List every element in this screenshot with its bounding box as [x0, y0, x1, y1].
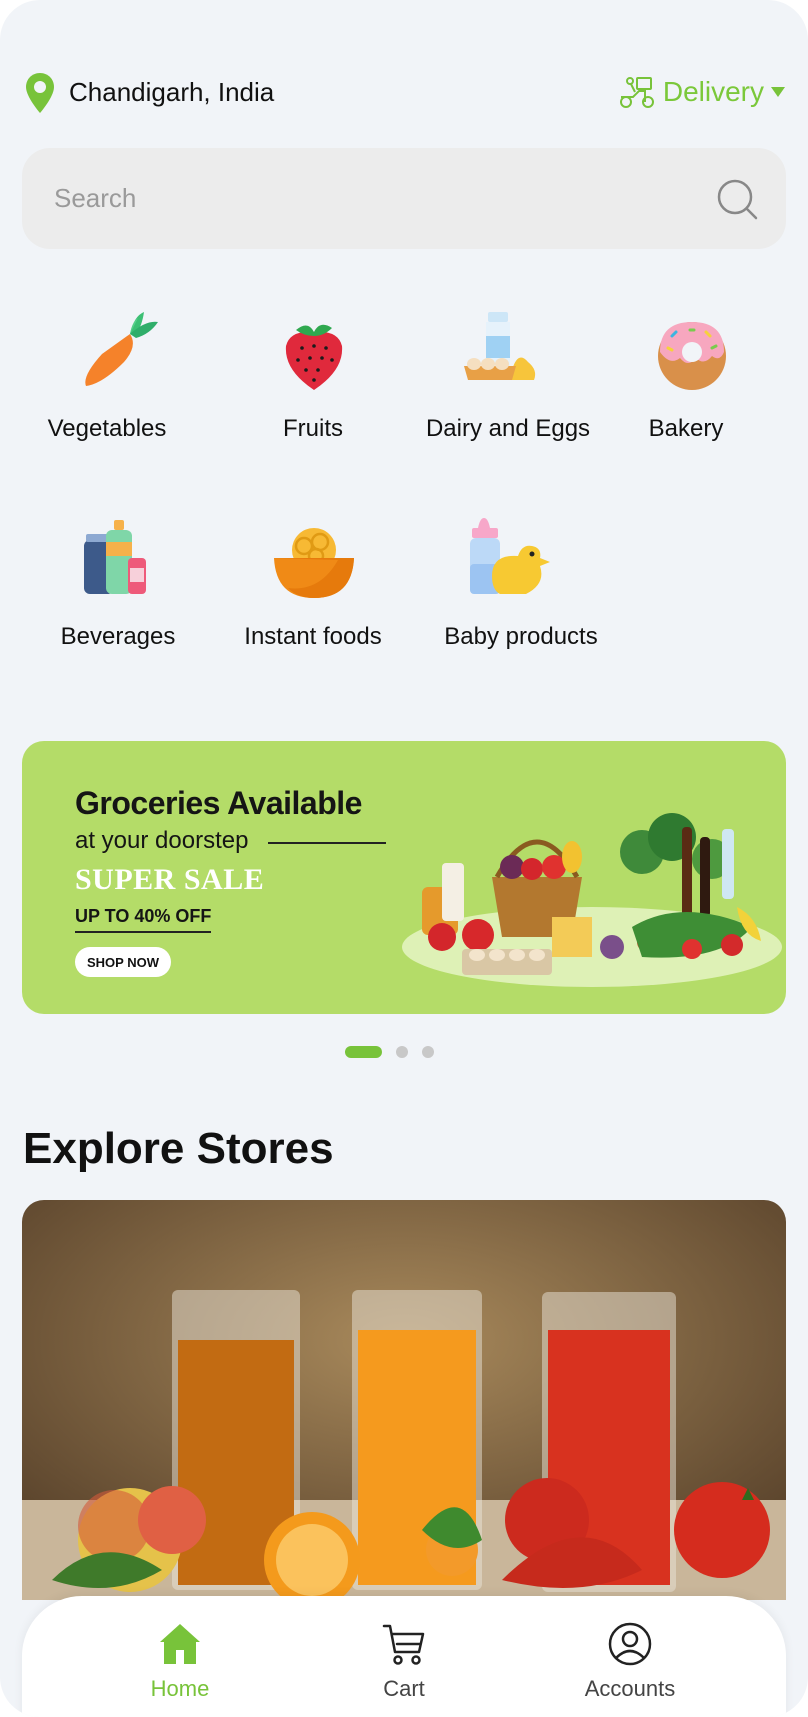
- carousel-dot[interactable]: [396, 1046, 408, 1058]
- search-icon[interactable]: [716, 178, 760, 222]
- chevron-down-icon: [771, 87, 785, 97]
- category-label: Fruits: [283, 415, 343, 442]
- banner-subtitle: at your doorstep: [75, 827, 249, 854]
- carrot-icon: [85, 312, 158, 386]
- category-label: Baby products: [444, 623, 598, 650]
- app-screen: Chandigarh, India Delivery Search Vegeta…: [0, 0, 808, 1717]
- donut-icon: [658, 322, 726, 390]
- promo-banner[interactable]: Groceries Available at your doorstep SUP…: [22, 741, 786, 1014]
- bottom-navigation: Home Cart Accounts: [22, 1596, 786, 1717]
- baby-bottle-duck-icon: [470, 518, 550, 594]
- nav-label: Cart: [383, 1676, 425, 1701]
- dairy-eggs-icon: [464, 312, 536, 380]
- noodle-bowl-icon: [274, 528, 354, 598]
- juice-store-image: [22, 1200, 786, 1600]
- delivery-label: Delivery: [662, 76, 764, 107]
- category-label: Vegetables: [47, 415, 167, 442]
- banner-offer-text: UP TO 40% OFF: [75, 906, 212, 933]
- banner-sale-text: SUPER SALE: [75, 863, 265, 896]
- banner-title: Groceries Available: [75, 785, 362, 821]
- nav-item-cart[interactable]: Cart: [324, 1596, 484, 1716]
- location-label[interactable]: Chandigarh, India: [69, 77, 274, 108]
- banner-divider: [268, 842, 386, 844]
- category-label: Instant foods: [244, 623, 382, 650]
- category-label: Dairy and Eggs: [425, 415, 591, 442]
- store-card[interactable]: [22, 1200, 786, 1600]
- grocery-basket-image: [402, 813, 782, 987]
- carousel-dot[interactable]: [422, 1046, 434, 1058]
- home-icon: [160, 1624, 200, 1664]
- account-icon: [608, 1622, 652, 1666]
- shop-now-button[interactable]: SHOP NOW: [75, 947, 171, 977]
- location-pin-icon[interactable]: [24, 72, 56, 114]
- bottles-icon: [84, 520, 146, 594]
- explore-stores-title: Explore Stores: [23, 1124, 334, 1173]
- strawberry-icon: [285, 324, 343, 390]
- nav-label: Home: [150, 1676, 210, 1701]
- cart-icon: [382, 1624, 425, 1665]
- category-label: Beverages: [60, 623, 176, 650]
- nav-item-home[interactable]: Home: [100, 1596, 260, 1716]
- search-bar[interactable]: [22, 148, 786, 249]
- carousel-indicator: [345, 1046, 434, 1058]
- carousel-dot-active[interactable]: [345, 1046, 382, 1058]
- category-label: Bakery: [648, 415, 724, 442]
- nav-label: Accounts: [584, 1676, 676, 1701]
- search-input[interactable]: [54, 176, 654, 220]
- delivery-mode-selector[interactable]: Delivery: [617, 72, 786, 112]
- header: Chandigarh, India Delivery: [0, 68, 808, 118]
- nav-item-accounts[interactable]: Accounts: [550, 1596, 710, 1716]
- delivery-scooter-icon: [619, 77, 654, 108]
